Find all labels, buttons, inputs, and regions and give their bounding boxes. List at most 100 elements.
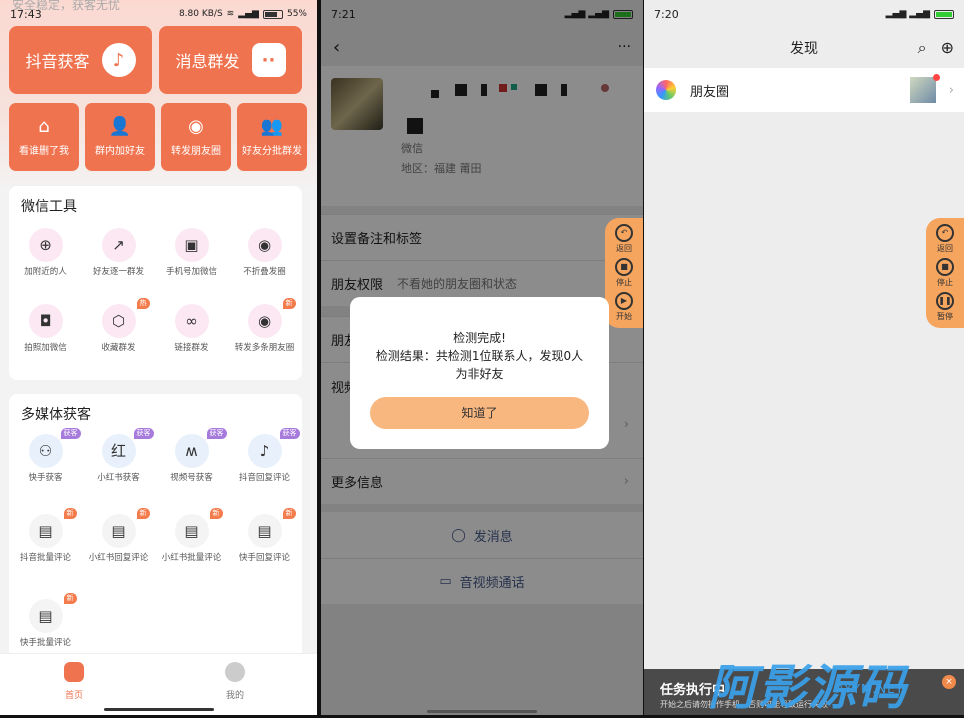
float-back-button[interactable]: ↶ 返回 [936, 224, 954, 254]
glyph: ▣ [184, 235, 199, 254]
tool-label: 抖音批量评论 [19, 553, 71, 563]
batch-broadcast-button[interactable]: 👥 好友分批群发 [237, 103, 307, 171]
glyph: ↗ [112, 235, 125, 254]
floating-control-bar: ↶ 返回 ■ 停止 ▶ 开始 [605, 218, 643, 328]
ok-button[interactable]: 知道了 [370, 397, 589, 429]
tool-label: 抖音回复评论 [238, 473, 290, 483]
tool-label: 手机号加微信 [165, 267, 217, 277]
tool-label: 快手获客 [28, 473, 63, 483]
wifi-icon: ≋ [226, 9, 235, 19]
float-stop-button[interactable]: ■ 停止 [936, 258, 954, 288]
aperture-icon: ◉ 新 [247, 298, 296, 338]
media-kuaishou-batch-comment[interactable]: ▤ 新快手批量评论 [9, 593, 82, 649]
pause-icon: ❚❚ [936, 292, 954, 310]
glyph: ⚇ [38, 441, 53, 460]
signal-icon: ▂▄▆ [238, 9, 259, 19]
chevron-right-icon: › [948, 82, 954, 98]
net-speed: 8.80 KB/S [178, 9, 223, 19]
add-circle-icon[interactable]: ⊕ [941, 38, 954, 58]
nav-label: 首页 [64, 691, 83, 701]
tool-label: 小红书获客 [97, 473, 140, 483]
tool-label: 拍照加微信 [24, 343, 67, 353]
who-deleted-me-button[interactable]: ⌂ 看谁删了我 [9, 103, 79, 171]
gesture-bar [427, 710, 537, 713]
contact-detail-screen: 7:21 ▂▄▆ ▂▄▆ ‹ ··· 微信 地区：福建 莆田 设置备注和标签 朋… [321, 0, 643, 715]
media-xhs-reply-comment[interactable]: ▤ 新小红书回复评论 [82, 508, 155, 564]
battery-icon [934, 9, 954, 19]
tool-label: 小红书回复评论 [88, 553, 149, 563]
tool-label: 好友逐一群发 [92, 267, 144, 277]
status-bar: 7:20 ▂▄▆ ▂▄▆ [644, 0, 964, 28]
add-user-icon: 👤 [108, 115, 132, 137]
hot-badge: 热 [136, 298, 150, 309]
close-icon[interactable]: × [942, 675, 956, 689]
glyph: ⊕ [39, 235, 52, 254]
nav-label: 我的 [225, 691, 244, 701]
top-bar: 发现 ⌕ ⊕ [644, 28, 964, 68]
tool-photo-add[interactable]: ◘ 拍照加微信 [9, 304, 82, 354]
media-kuaishou-reply-comment[interactable]: ▤ 新快手回复评论 [228, 508, 301, 564]
group-add-friends-button[interactable]: 👤 群内加好友 [85, 103, 155, 171]
comment-batch-icon: ▤ 新 [28, 508, 77, 548]
glyph: ⬡ [111, 311, 126, 330]
moments-label: 朋友圈 [690, 84, 730, 100]
document-reply-icon: ▤ 新 [247, 508, 296, 548]
float-label: 返回 [937, 244, 953, 253]
new-badge: 新 [282, 508, 296, 519]
mass-message-button[interactable]: 消息群发 ·· [159, 26, 302, 94]
tool-forward-multi-moments[interactable]: ◉ 新转发多条朋友圈 [228, 298, 301, 354]
media-xiaohongshu-leads[interactable]: 红获客小红书获客 [82, 428, 155, 484]
glyph: ʍ [185, 441, 198, 460]
float-stop-button[interactable]: ■ 停止 [615, 258, 633, 288]
new-badge: 新 [282, 298, 296, 309]
tool-favorites-broadcast[interactable]: ⬡ 热收藏群发 [82, 298, 155, 354]
media-kuaishou-leads[interactable]: ⚇ 获客 快手获客 [9, 428, 82, 484]
search-icon[interactable]: ⌕ [918, 38, 927, 58]
channels-icon: ʍ 获客 [174, 428, 227, 468]
comment-batch-icon: ▤ 新 [28, 593, 77, 633]
home-icon [64, 662, 84, 682]
battery-percent: 55% [286, 9, 307, 19]
forward-moments-button[interactable]: ◉ 转发朋友圈 [161, 103, 231, 171]
leads-badge: 获客 [206, 428, 227, 439]
back-arrow-icon: ↶ [936, 224, 954, 242]
float-pause-button[interactable]: ❚❚ 暂停 [936, 292, 954, 322]
leads-badge: 获客 [133, 428, 154, 439]
glyph: ▤ [184, 521, 199, 540]
dialog-result-line: 检测结果：共检测1位联系人，发现0人 [375, 349, 584, 363]
tiktok-leads-button[interactable]: 抖音获客 ♪ [9, 26, 152, 94]
stop-icon: ■ [615, 258, 633, 276]
leads-badge: 获客 [279, 428, 300, 439]
float-start-button[interactable]: ▶ 开始 [615, 292, 633, 322]
media-tiktok-reply[interactable]: ♪ 获客 抖音回复评论 [228, 428, 301, 484]
media-xhs-batch-comment[interactable]: ▤ 新小红书批量评论 [155, 508, 228, 564]
nav-mine[interactable]: 我的 [205, 662, 265, 701]
status-bar: 17:43 8.80 KB/S ≋ ▂▄▆ 55% [0, 0, 317, 28]
glyph: ▤ [111, 521, 126, 540]
float-back-button[interactable]: ↶ 返回 [615, 224, 633, 254]
glyph: 红 [110, 441, 126, 460]
tool-label: 视频号获客 [170, 473, 213, 483]
tool-phone-add[interactable]: ▣ 手机号加微信 [155, 228, 228, 278]
tool-link-broadcast[interactable]: ∞ 链接群发 [155, 304, 228, 354]
tool-nearby-people[interactable]: ⊕ 加附近的人 [9, 228, 82, 278]
float-label: 返回 [616, 244, 632, 253]
group-icon: 👥 [260, 115, 284, 137]
new-badge: 新 [63, 508, 77, 519]
gesture-bar [103, 708, 214, 711]
dialog-result-line: 为非好友 [455, 367, 504, 381]
media-channels-leads[interactable]: ʍ 获客视频号获客 [155, 428, 228, 484]
status-time: 7:20 [654, 7, 679, 21]
tool-broadcast-one-by-one[interactable]: ↗ 好友逐一群发 [82, 228, 155, 278]
chat-bubble-icon: ·· [251, 43, 286, 77]
tool-no-fold-post[interactable]: ◉ 不折叠发圈 [228, 228, 301, 278]
profile-icon [225, 662, 245, 682]
moments-entry[interactable]: 朋友圈 › [644, 68, 964, 112]
bottom-nav: 首页 我的 [0, 653, 317, 715]
media-tiktok-batch-comment[interactable]: ▤ 新抖音批量评论 [9, 508, 82, 564]
nav-home[interactable]: 首页 [44, 662, 104, 701]
contact-card-icon: ▣ [174, 228, 209, 262]
tool-label: 加附近的人 [24, 267, 67, 277]
xiaohongshu-icon: 红获客 [101, 428, 154, 468]
glyph: ◉ [257, 235, 272, 254]
